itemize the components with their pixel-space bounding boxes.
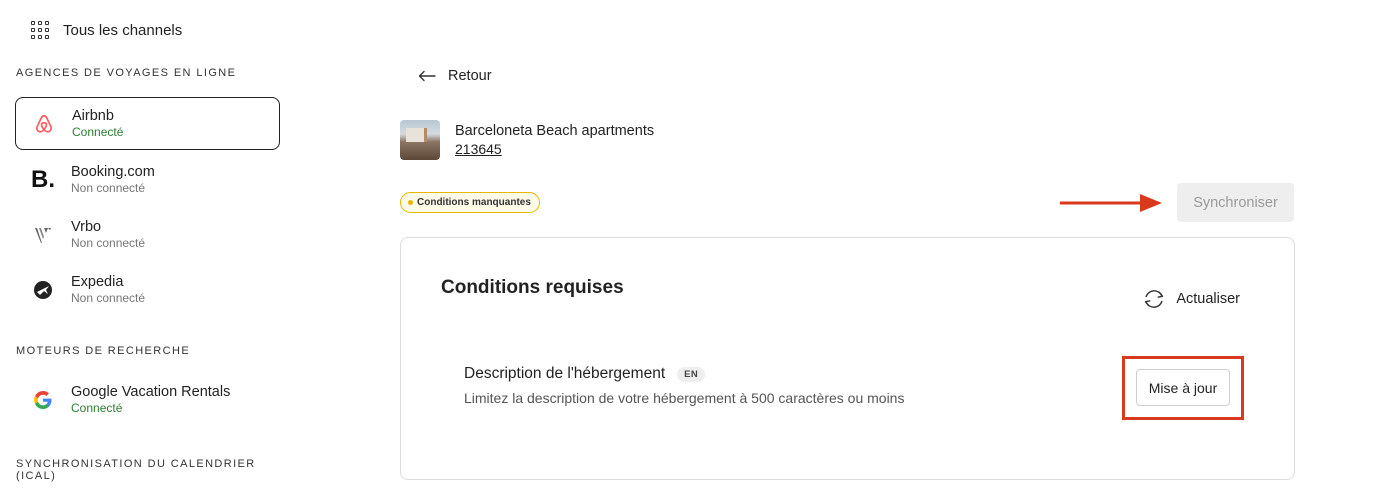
requirement-label: Description de l'hébergement [464, 365, 666, 382]
section-title-ota: AGENCES DE VOYAGES EN LIGNE [16, 67, 237, 79]
channel-status: Non connecté [71, 180, 146, 195]
back-label: Retour [448, 68, 492, 84]
update-button[interactable]: Mise à jour [1136, 369, 1230, 406]
card-title: Conditions requises [441, 277, 624, 298]
refresh-icon [1145, 290, 1164, 308]
requirement-title: Description de l'hébergement EN [464, 365, 706, 383]
requirement-description: Limitez la description de votre hébergem… [464, 390, 905, 406]
property-thumbnail [400, 120, 440, 160]
channel-status: Non connecté [71, 290, 146, 305]
channel-name: Airbnb [72, 107, 114, 124]
back-link[interactable]: Retour [418, 68, 492, 84]
vrbo-logo-icon [15, 224, 71, 246]
status-badge: Conditions manquantes [400, 192, 540, 213]
refresh-button[interactable]: Actualiser [1142, 288, 1240, 310]
channel-item-vrbo[interactable]: Vrbo Non connecté [15, 208, 280, 261]
expedia-logo-icon [15, 280, 71, 300]
channel-name: Booking.com [71, 163, 155, 180]
sync-button[interactable]: Synchroniser [1177, 183, 1294, 222]
channel-item-airbnb[interactable]: Airbnb Connecté [15, 97, 280, 150]
property-id-link[interactable]: 213645 [455, 140, 654, 158]
channel-status: Connecté [71, 400, 123, 415]
channel-status: Connecté [72, 124, 124, 139]
property-header: Barceloneta Beach apartments 213645 [400, 120, 654, 160]
booking-logo-icon: B. [31, 165, 55, 193]
google-logo-icon [15, 390, 71, 410]
requirements-card: Conditions requises Actualiser Descripti… [400, 237, 1295, 480]
channel-item-expedia[interactable]: Expedia Non connecté [15, 263, 280, 316]
channel-name: Google Vacation Rentals [71, 383, 231, 400]
airbnb-logo-icon [16, 113, 72, 135]
arrow-left-icon [418, 70, 436, 82]
channel-status: Non connecté [71, 235, 146, 250]
section-title-ical: SYNCHRONISATION DU CALENDRIER (ICAL) [16, 458, 256, 482]
badge-label: Conditions manquantes [417, 197, 531, 208]
channel-item-booking[interactable]: B. Booking.com Non connecté [15, 153, 280, 206]
warning-dot-icon [408, 200, 413, 205]
all-channels-link[interactable]: Tous les channels [31, 21, 182, 39]
language-tag: EN [677, 366, 706, 382]
channel-item-google[interactable]: Google Vacation Rentals Connecté [15, 373, 280, 426]
all-channels-label: Tous les channels [63, 21, 183, 39]
channel-name: Expedia [71, 273, 124, 290]
refresh-label: Actualiser [1176, 291, 1240, 307]
section-title-search: MOTEURS DE RECHERCHE [16, 345, 191, 357]
property-name: Barceloneta Beach apartments [455, 123, 655, 139]
annotation-highlight-box: Mise à jour [1122, 356, 1244, 420]
grid-icon [31, 21, 49, 39]
channel-name: Vrbo [71, 218, 102, 235]
annotation-arrow-icon [1060, 194, 1162, 212]
